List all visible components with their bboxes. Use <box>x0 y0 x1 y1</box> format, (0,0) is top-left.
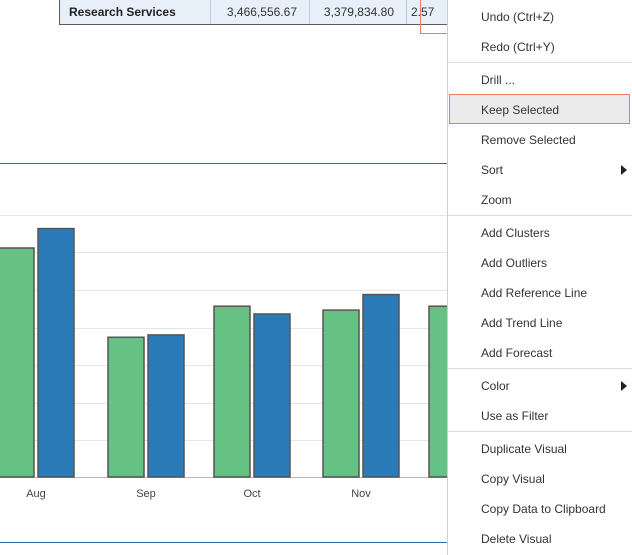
menu-item-redo[interactable]: Redo (Ctrl+Y) <box>448 32 632 62</box>
context-menu: Undo (Ctrl+Z) Redo (Ctrl+Y) Drill ... Ke… <box>447 0 632 555</box>
menu-item-delete-visual[interactable]: Delete Visual <box>448 524 632 554</box>
menu-item-add-outliers[interactable]: Add Outliers <box>448 248 632 278</box>
menu-item-zoom[interactable]: Zoom <box>448 185 632 215</box>
bar-partial-next[interactable] <box>428 305 448 478</box>
x-tick-label: Oct <box>243 488 260 500</box>
bar-oct-series-2[interactable] <box>253 313 291 478</box>
menu-item-sort[interactable]: Sort <box>448 155 632 185</box>
menu-separator <box>448 215 632 216</box>
bar-nov-series-1[interactable] <box>322 309 360 478</box>
bar-oct-series-1[interactable] <box>213 305 251 478</box>
menu-item-use-as-filter[interactable]: Use as Filter <box>448 401 632 431</box>
bar-chart[interactable]: Aug Sep Oct Nov <box>0 0 448 555</box>
menu-separator <box>448 368 632 369</box>
menu-item-undo[interactable]: Undo (Ctrl+Z) <box>448 2 632 32</box>
menu-item-add-reference-line[interactable]: Add Reference Line <box>448 278 632 308</box>
bar-aug-series-2[interactable] <box>37 227 75 478</box>
menu-separator <box>448 62 632 63</box>
menu-item-keep-selected[interactable]: Keep Selected <box>449 94 630 124</box>
bar-nov-series-2[interactable] <box>362 293 400 478</box>
menu-item-label: Color <box>481 379 510 393</box>
bar-aug-series-1[interactable] <box>0 247 35 478</box>
x-tick-label: Aug <box>26 488 46 500</box>
menu-item-add-clusters[interactable]: Add Clusters <box>448 218 632 248</box>
menu-item-duplicate-visual[interactable]: Duplicate Visual <box>448 434 632 464</box>
menu-item-add-trend-line[interactable]: Add Trend Line <box>448 308 632 338</box>
submenu-arrow-icon <box>621 381 627 391</box>
bar-sep-series-2[interactable] <box>147 334 185 478</box>
submenu-arrow-icon <box>621 165 627 175</box>
bar-sep-series-1[interactable] <box>107 336 145 478</box>
menu-item-add-forecast[interactable]: Add Forecast <box>448 338 632 368</box>
menu-item-copy-data[interactable]: Copy Data to Clipboard <box>448 494 632 524</box>
menu-item-drill[interactable]: Drill ... <box>448 65 632 95</box>
menu-item-remove-selected[interactable]: Remove Selected <box>448 125 632 155</box>
menu-item-label: Sort <box>481 163 504 177</box>
menu-separator <box>448 431 632 432</box>
x-tick-label: Sep <box>136 488 156 500</box>
x-tick-label: Nov <box>351 488 371 500</box>
menu-item-copy-visual[interactable]: Copy Visual <box>448 464 632 494</box>
menu-item-color[interactable]: Color <box>448 371 632 401</box>
